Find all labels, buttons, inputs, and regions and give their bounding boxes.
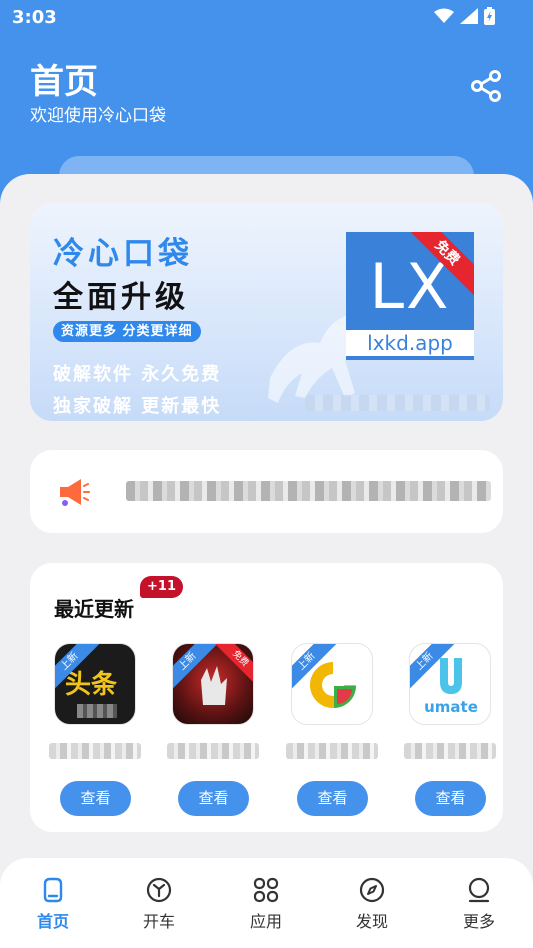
nav-drive[interactable]: 开车: [114, 876, 204, 936]
view-button[interactable]: 查看: [178, 781, 249, 816]
signal-icon: [460, 8, 478, 24]
nav-label: 开车: [142, 912, 175, 931]
profile-icon: [468, 877, 490, 903]
status-icons: [434, 7, 495, 25]
app-name-blurred: [167, 743, 259, 759]
share-icon[interactable]: [468, 68, 504, 104]
battery-icon: [484, 7, 495, 25]
app-name-blurred: [286, 743, 378, 759]
app-icon-blur: [77, 704, 117, 718]
bottom-navigation: 首页 开车 应用 发现 更多: [0, 858, 533, 948]
app-icon[interactable]: 上新: [291, 643, 373, 725]
cube-icon: [146, 877, 172, 903]
status-time: 3:03: [12, 7, 57, 28]
nav-label: 应用: [249, 912, 282, 931]
nav-label: 更多: [462, 912, 495, 931]
view-button[interactable]: 查看: [415, 781, 486, 816]
app-name-blurred: [404, 743, 496, 759]
promo-banner[interactable]: 冷心口袋 全面升级 资源更多 分类更详细 破解软件 永久免费 独家破解 更新最快…: [30, 203, 503, 421]
logo-url: lxkd.app: [346, 330, 474, 356]
app-icon[interactable]: 头条 上新: [54, 643, 136, 725]
app-icon[interactable]: umate 上新: [409, 643, 491, 725]
recent-title: 最近更新: [54, 597, 134, 621]
page-subtitle: 欢迎使用冷心口袋: [30, 106, 166, 126]
megaphone-icon: [60, 479, 90, 506]
recent-app-item[interactable]: 上新 查看: [282, 643, 382, 816]
hand-gesture-icon: [201, 666, 227, 705]
nav-more[interactable]: 更多: [434, 876, 524, 936]
banner-subtitle: 全面升级: [53, 280, 189, 315]
announcement-blurred-text: [126, 481, 491, 501]
banner-blurred-text: [305, 395, 490, 411]
recent-count-badge: +11: [140, 576, 183, 598]
nav-apps[interactable]: 应用: [221, 876, 311, 936]
recent-app-item[interactable]: 头条 上新 查看: [45, 643, 145, 816]
home-icon: [43, 877, 63, 903]
apps-grid-icon: [253, 877, 279, 903]
recent-app-item[interactable]: 上新 免费 查看: [163, 643, 263, 816]
view-button[interactable]: 查看: [60, 781, 131, 816]
banner-pill: 资源更多 分类更详细: [53, 321, 201, 342]
lx-app-logo: LX lxkd.app 免费: [346, 232, 474, 360]
view-button[interactable]: 查看: [297, 781, 368, 816]
nav-label: 首页: [36, 912, 69, 931]
app-icon[interactable]: 上新 免费: [172, 643, 254, 725]
nav-home[interactable]: 首页: [8, 876, 98, 936]
banner-line-1: 破解软件 永久免费: [53, 364, 222, 385]
page-title: 首页: [30, 62, 98, 102]
compass-icon: [359, 877, 385, 903]
umate-u-icon: [440, 658, 462, 694]
app-name-blurred: [49, 743, 141, 759]
nav-discover[interactable]: 发现: [327, 876, 417, 936]
app-icon-text: umate: [424, 698, 478, 716]
banner-title: 冷心口袋: [53, 236, 193, 272]
recent-app-item[interactable]: umate 上新 查看: [400, 643, 500, 816]
banner-line-2: 独家破解 更新最快: [53, 396, 222, 417]
wifi-icon: [434, 8, 454, 23]
announcement-card[interactable]: [30, 450, 503, 533]
recent-updates-card: 最近更新 +11 头条 上新 查看 上新 免费 查看 上新 查看 umate 上…: [30, 563, 503, 832]
nav-label: 发现: [355, 912, 388, 931]
status-bar: 3:03: [0, 0, 533, 36]
